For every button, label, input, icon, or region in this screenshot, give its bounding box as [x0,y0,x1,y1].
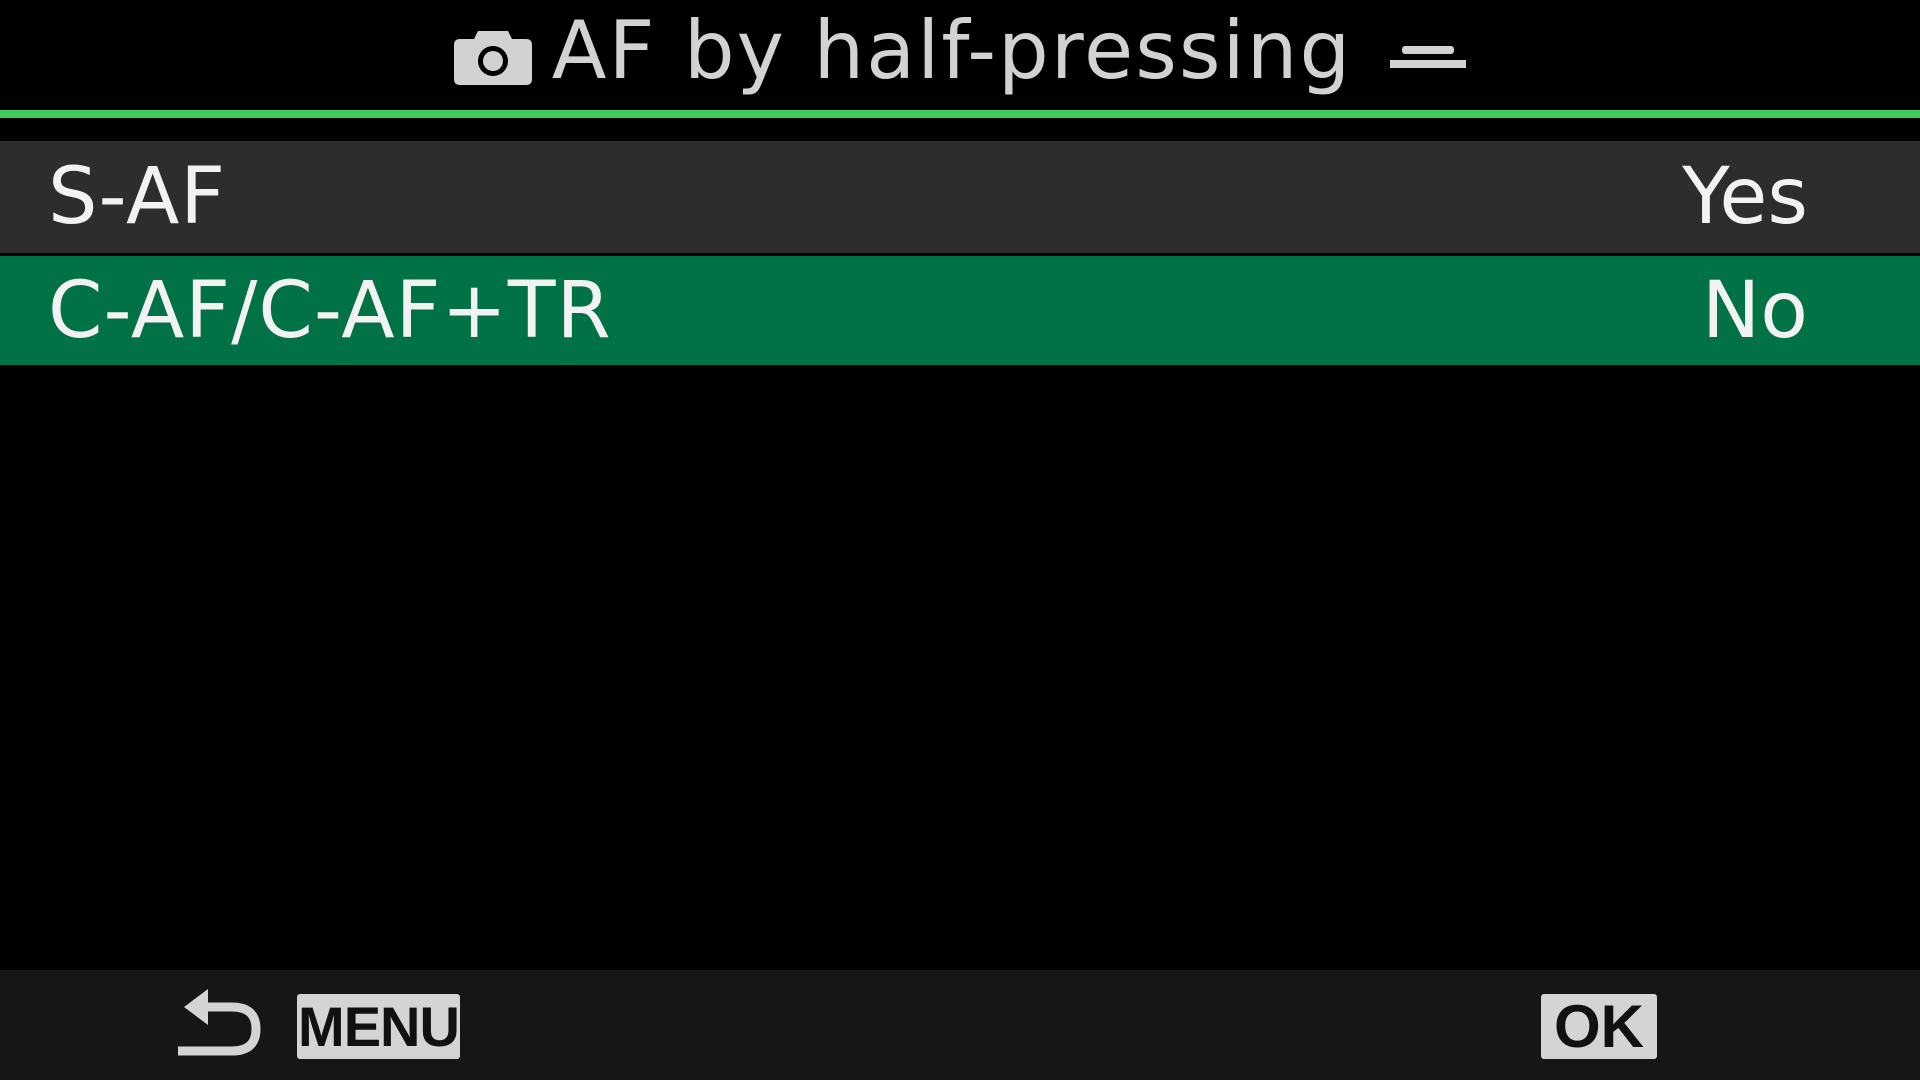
option-label: S-AF [48,152,227,242]
menu-button[interactable]: MENU [297,994,460,1059]
header-divider [0,110,1920,118]
ok-button[interactable]: OK [1541,994,1657,1059]
page-title: AF by half-pressing [551,4,1353,97]
option-row-c-af[interactable]: C-AF/C-AF+TR No [0,256,1920,365]
option-value: Yes [1682,152,1808,242]
option-value: No [1701,265,1808,356]
return-arrow-icon[interactable] [174,985,262,1065]
shutter-half-press-icon [1390,46,1467,68]
option-label: C-AF/C-AF+TR [48,265,612,356]
option-row-s-af[interactable]: S-AF Yes [0,141,1920,253]
camera-menu-screen: AF by half-pressing S-AF Yes C-AF/C-AF+T… [0,0,1920,1080]
menu-header: AF by half-pressing [0,0,1920,110]
camera-icon [453,31,532,85]
